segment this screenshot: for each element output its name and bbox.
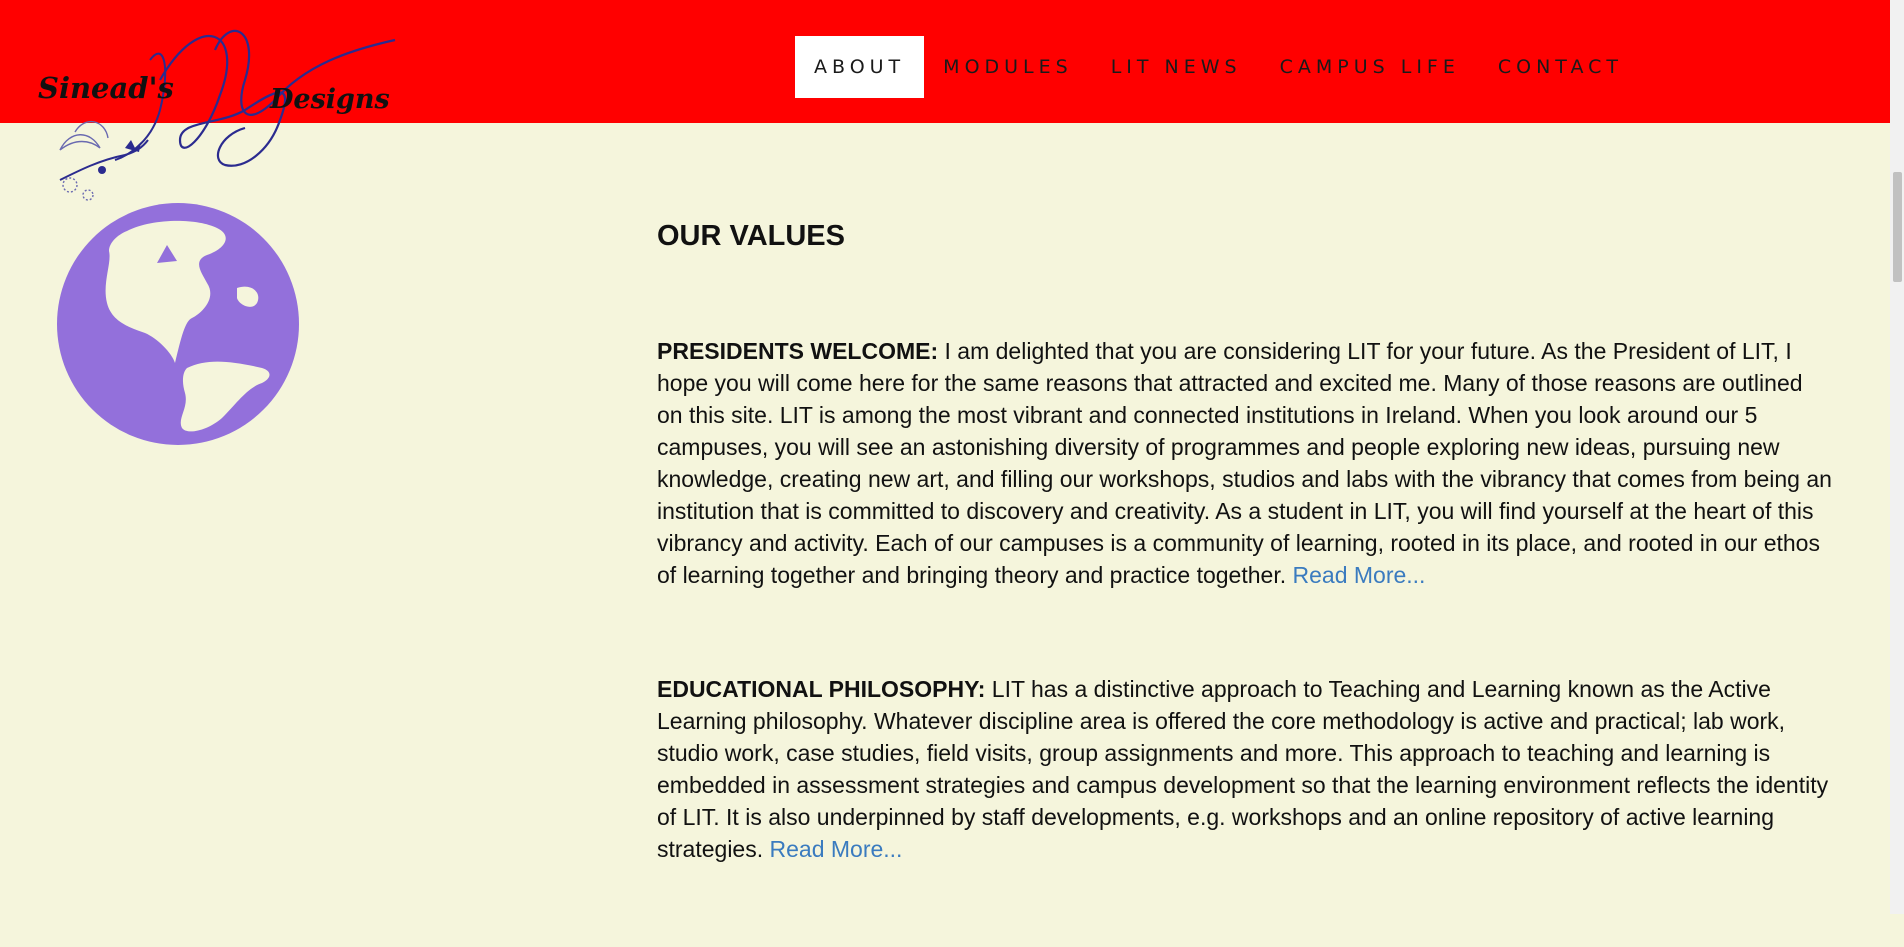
- vertical-scrollbar[interactable]: [1890, 0, 1904, 914]
- educational-philosophy-paragraph: EDUCATIONAL PHILOSOPHY: LIT has a distin…: [657, 673, 1832, 865]
- nav-lit-news[interactable]: LIT NEWS: [1092, 36, 1261, 98]
- nav-contact[interactable]: CONTACT: [1479, 36, 1642, 98]
- section-title: PRESIDENTS WELCOME:: [657, 338, 939, 364]
- read-more-link[interactable]: Read More...: [1293, 562, 1426, 588]
- nav-about[interactable]: ABOUT: [795, 36, 925, 98]
- read-more-link[interactable]: Read More...: [770, 836, 903, 862]
- presidents-welcome-paragraph: PRESIDENTS WELCOME: I am delighted that …: [657, 335, 1832, 591]
- page-heading: OUR VALUES: [657, 220, 845, 252]
- section-body: LIT has a distinctive approach to Teachi…: [657, 676, 1829, 862]
- sineads-designs-logo[interactable]: Sinead's Designs: [30, 20, 410, 210]
- svg-text:Sinead's: Sinead's: [38, 71, 174, 105]
- main-nav: ABOUT MODULES LIT NEWS CAMPUS LIFE CONTA…: [795, 36, 1642, 98]
- globe-icon: [57, 203, 299, 445]
- section-title: EDUCATIONAL PHILOSOPHY:: [657, 676, 986, 702]
- nav-modules[interactable]: MODULES: [924, 36, 1092, 98]
- main-content: OUR VALUES PRESIDENTS WELCOME: I am deli…: [657, 220, 1832, 947]
- scrollbar-thumb[interactable]: [1893, 172, 1902, 282]
- section-body: I am delighted that you are considering …: [657, 338, 1832, 588]
- svg-text:Designs: Designs: [269, 84, 390, 115]
- nav-campus-life[interactable]: CAMPUS LIFE: [1261, 36, 1479, 98]
